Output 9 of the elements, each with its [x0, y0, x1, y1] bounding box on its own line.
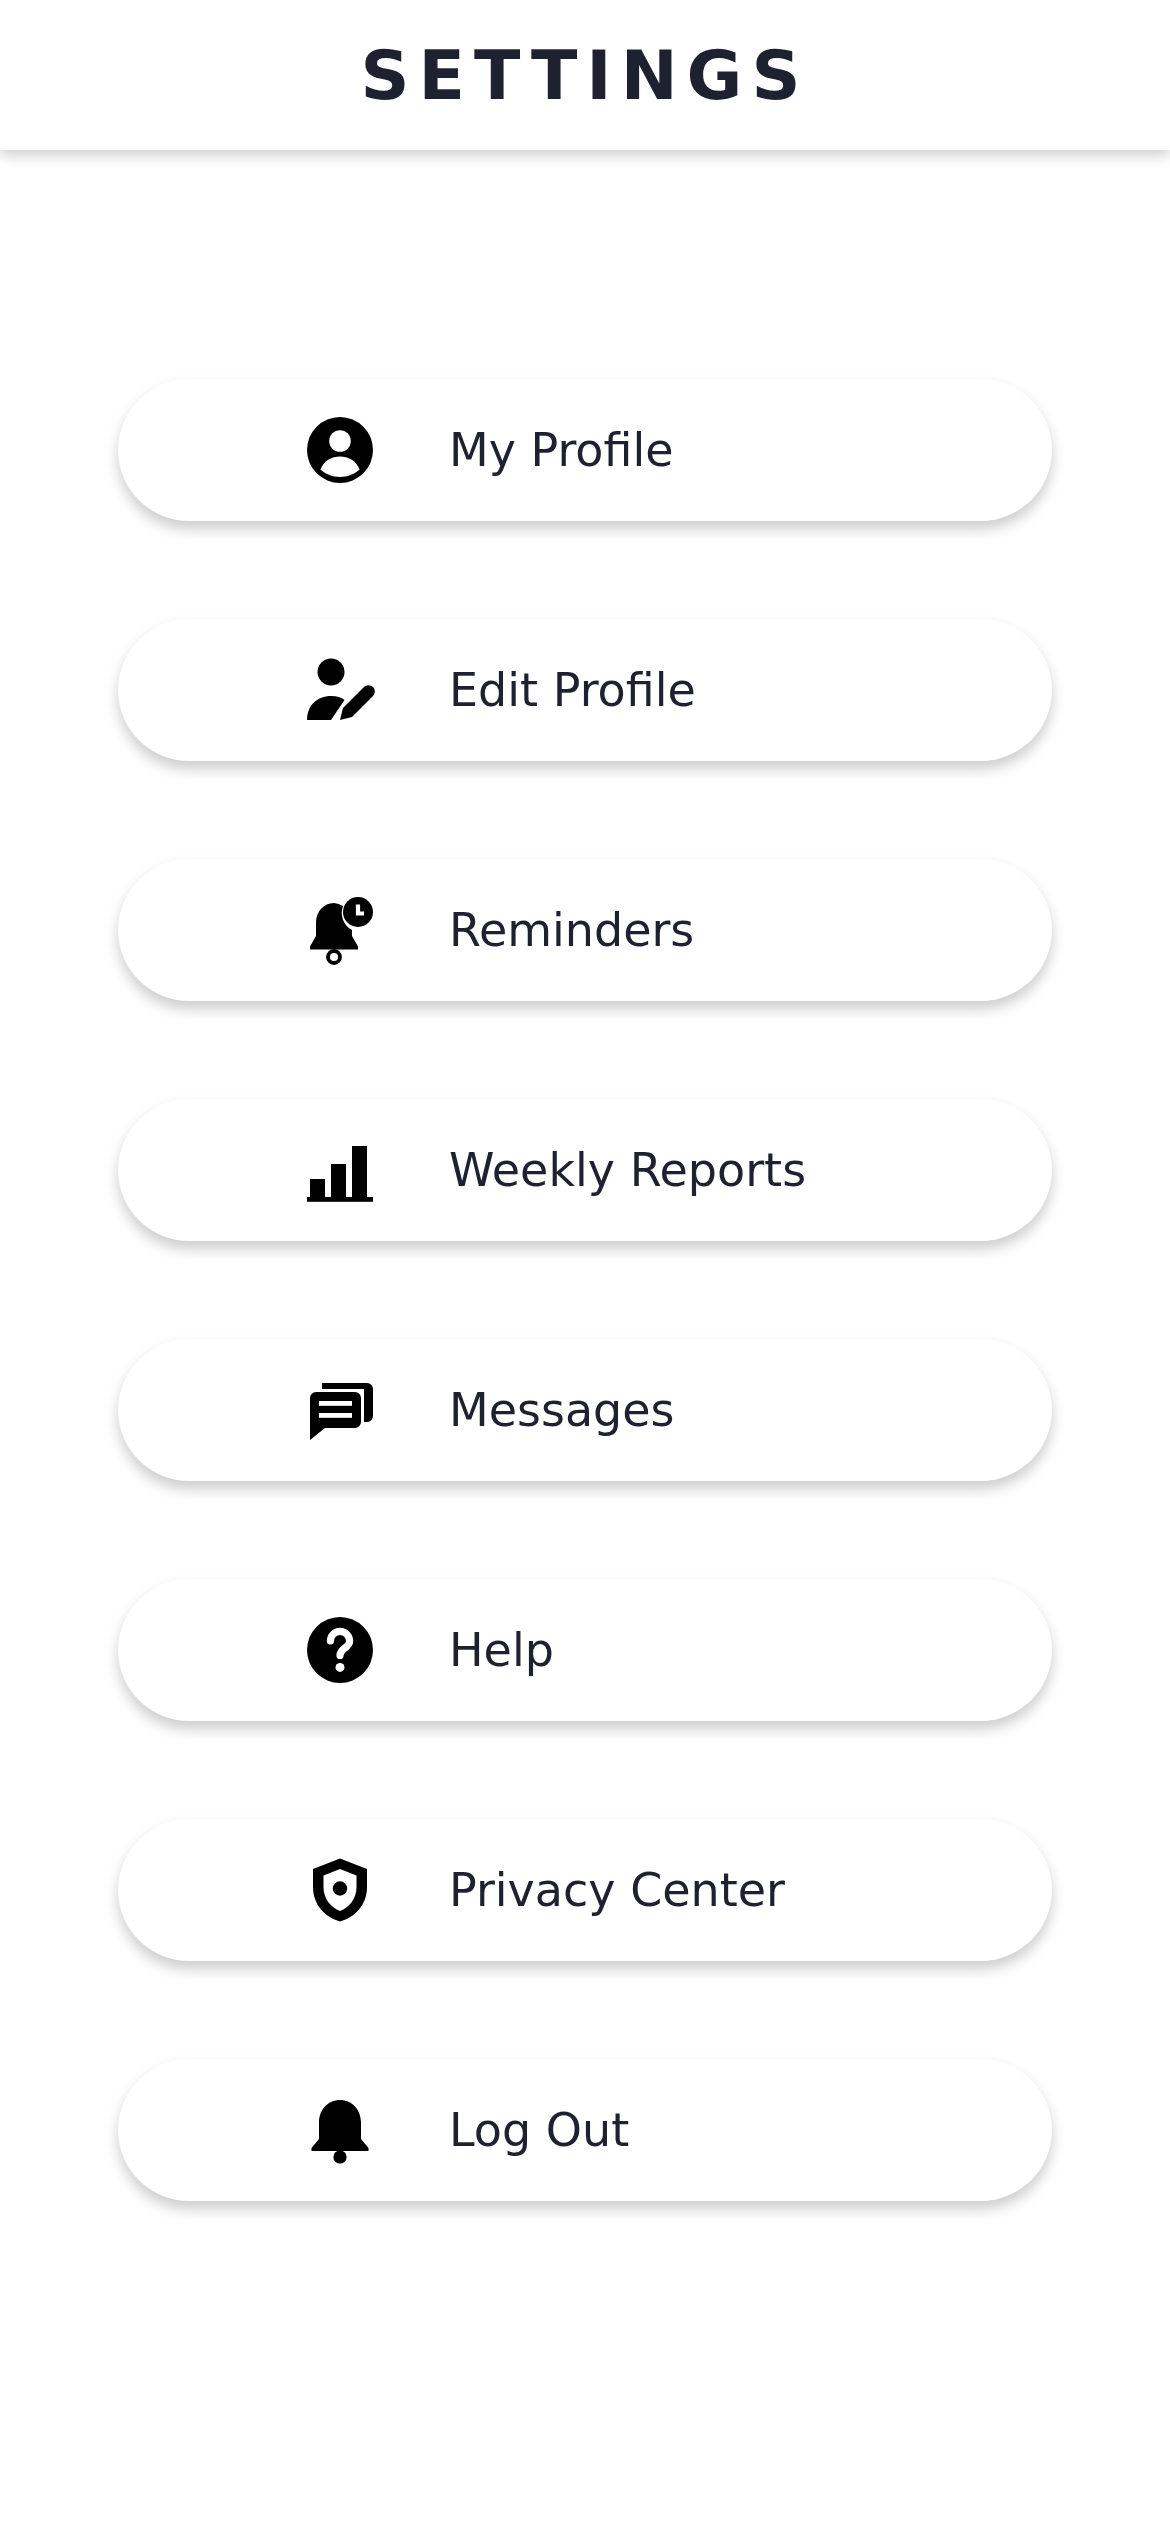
- settings-button[interactable]: Weekly Reports: [118, 1099, 1052, 1241]
- settings-button[interactable]: My Profile: [118, 379, 1052, 521]
- settings-button[interactable]: Reminders: [118, 859, 1052, 1001]
- settings-button[interactable]: Messages: [118, 1339, 1052, 1481]
- settings-button[interactable]: Log Out: [118, 2059, 1052, 2201]
- settings-button[interactable]: Help: [118, 1579, 1052, 1721]
- settings-button[interactable]: Privacy Center: [118, 1819, 1052, 1961]
- page-title: SETTINGS: [360, 35, 810, 115]
- settings-button[interactable]: Edit Profile: [118, 619, 1052, 761]
